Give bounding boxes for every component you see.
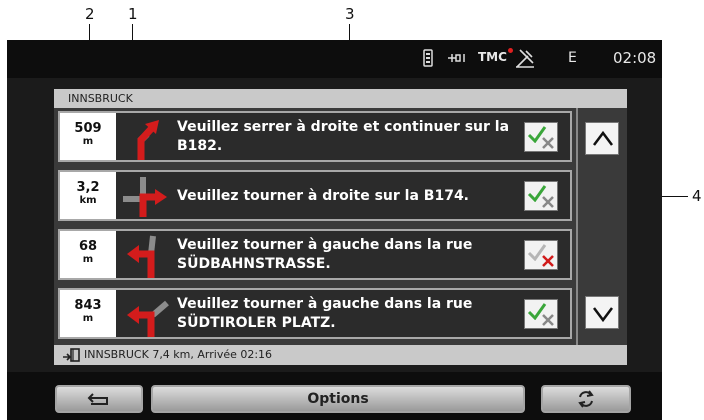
turn-left-arrow-icon [127, 300, 169, 337]
callout-label: 2 [85, 5, 95, 23]
route-info-bar: INNSBRUCK 7,4 km, Arrivée 02:16 [54, 345, 627, 365]
route-summary: INNSBRUCK 7,4 km, Arrivée 02:16 [84, 348, 273, 361]
list-item[interactable]: 843 m Veuillez tourner à gauche dans la … [58, 288, 572, 339]
list-item[interactable]: 3,2 km Veuillez tourner à droite sur la … [58, 170, 572, 221]
navigation-screen: TMC E 02:08 INNSBRUCK 509 m Veuillez ser… [7, 40, 662, 420]
maneuver-list: 509 m Veuillez serrer à droite et contin… [54, 108, 627, 348]
distance-box: 509 m [60, 113, 116, 160]
avoid-segment-toggle[interactable] [524, 122, 558, 152]
bottom-bar: Options [7, 372, 662, 420]
cross-icon [542, 314, 554, 326]
avoid-segment-toggle[interactable] [524, 299, 558, 329]
recalculate-icon [578, 390, 594, 408]
avoid-segment-toggle[interactable] [524, 240, 558, 270]
distance-unit: m [82, 136, 94, 147]
phone-battery-icon [423, 49, 433, 67]
list-scrollbar[interactable] [576, 108, 624, 348]
cross-icon [542, 255, 554, 267]
turn-right-arrow-icon [123, 177, 167, 217]
distance-box: 68 m [60, 231, 116, 278]
callout-label: 4 [692, 187, 702, 205]
distance-unit: km [79, 195, 97, 206]
chevron-up-icon [593, 130, 613, 146]
keep-right-arrow-icon [137, 120, 159, 160]
list-item[interactable]: 509 m Veuillez serrer à droite et contin… [58, 111, 572, 162]
distance-box: 843 m [60, 290, 116, 337]
clock: 02:08 [613, 49, 657, 67]
distance-box: 3,2 km [60, 172, 116, 219]
turn-left-arrow-icon [127, 235, 156, 278]
callout-label: 1 [128, 5, 138, 23]
tmc-icon: TMC [478, 48, 513, 64]
maneuver-instruction: Veuillez tourner à droite sur la B174. [177, 187, 470, 204]
chevron-down-icon [593, 307, 613, 323]
distance-value: 843 [74, 298, 102, 313]
back-arrow-icon [87, 393, 108, 405]
maneuver-instruction: Veuillez tourner à gauche dans la rue SÜ… [177, 237, 473, 272]
back-button[interactable] [55, 385, 143, 413]
gps-status-letter: E [568, 50, 577, 66]
recalculate-button[interactable] [541, 385, 631, 413]
cross-icon [542, 196, 554, 208]
distance-value: 509 [74, 121, 102, 136]
distance-unit: m [82, 313, 94, 324]
distance-value: 68 [78, 239, 98, 254]
distance-value: 3,2 [76, 180, 100, 195]
maneuver-instruction: Veuillez serrer à droite et continuer su… [177, 119, 510, 154]
options-button[interactable]: Options [151, 385, 525, 413]
list-item[interactable]: 68 m Veuillez tourner à gauche dans la r… [58, 229, 572, 280]
destination-flag-icon [63, 348, 80, 362]
maneuver-instruction: Veuillez tourner à gauche dans la rue SÜ… [177, 296, 473, 331]
tmc-active-dot [507, 48, 513, 53]
cross-icon [542, 137, 554, 149]
distance-unit: m [82, 254, 94, 265]
bluetooth-icon [448, 54, 465, 62]
tmc-label: TMC [478, 50, 507, 64]
scroll-up-button[interactable] [585, 122, 619, 155]
gps-satellite-icon [516, 49, 534, 68]
scroll-down-button[interactable] [585, 296, 619, 329]
callout-label: 3 [345, 5, 355, 23]
destination-header: INNSBRUCK [54, 89, 627, 108]
status-bar: TMC E 02:08 [7, 40, 662, 78]
avoid-segment-toggle[interactable] [524, 181, 558, 211]
